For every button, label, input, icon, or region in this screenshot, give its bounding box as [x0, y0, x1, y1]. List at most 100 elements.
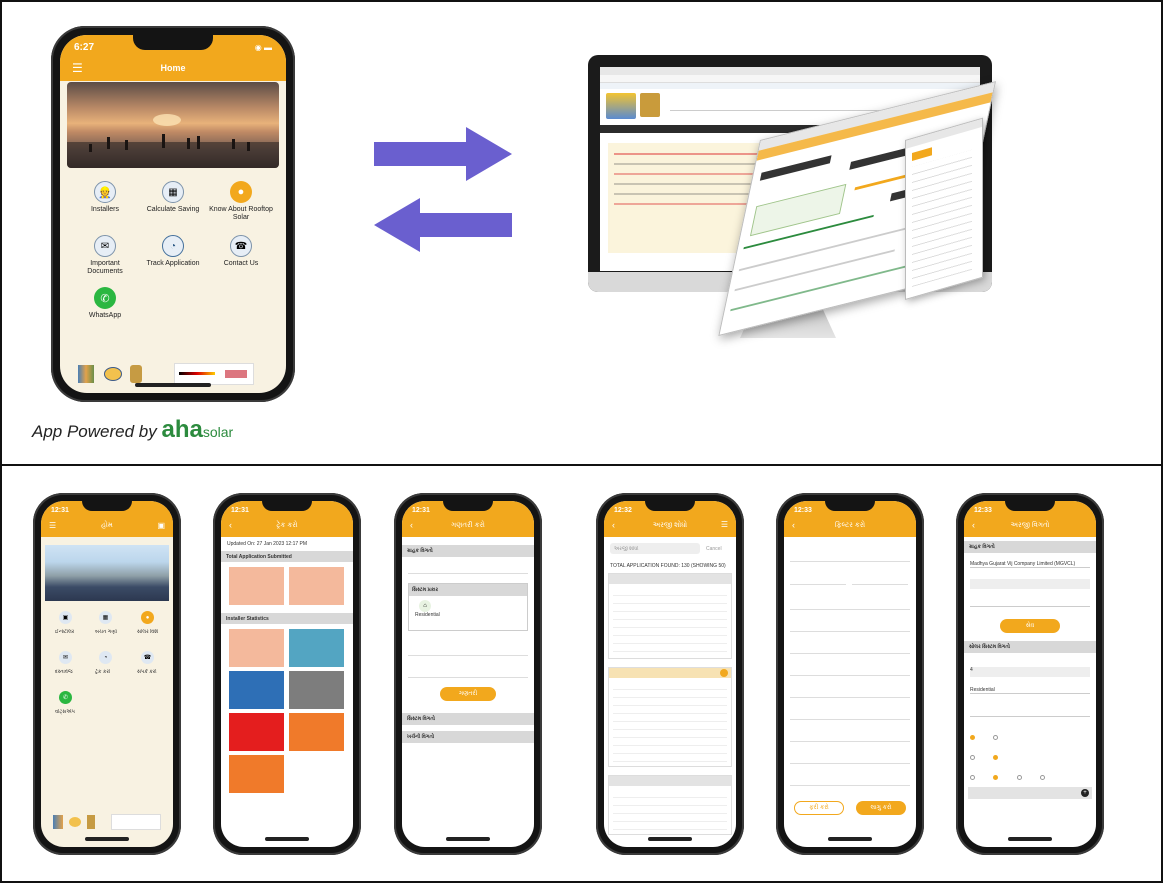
filter-dropdown[interactable] — [790, 663, 910, 676]
calculator-icon[interactable]: ▦ — [99, 611, 112, 624]
wifi-battery-icon: ◉ ▬ — [254, 43, 272, 52]
stat-tile-other[interactable] — [229, 755, 284, 793]
filter-dropdown[interactable] — [790, 685, 910, 698]
page-title: ગણતરી કરો — [451, 522, 485, 529]
stat-tile-total-capacity[interactable] — [289, 567, 344, 605]
text-field[interactable] — [970, 707, 1090, 717]
search-input[interactable]: અરજી શોધો — [610, 543, 700, 554]
system-type-card: સિસ્ટમ પ્રકાર ⌂ Residential — [408, 583, 528, 631]
stat-tile-total-applications[interactable] — [229, 567, 284, 605]
category-select[interactable]: Residential — [970, 687, 1090, 694]
language-icon[interactable]: ▣ — [157, 521, 165, 530]
radio-group[interactable] — [970, 727, 1030, 740]
powered-by-footer: App Powered by ahasolar — [32, 416, 234, 443]
arrow-right-icon — [374, 127, 512, 181]
stat-tile-pending[interactable] — [289, 629, 344, 667]
documents-icon: ✉ — [94, 235, 116, 257]
date-from-field[interactable] — [790, 573, 846, 585]
chart-icon[interactable]: ◔ — [99, 651, 112, 664]
filter-dropdown[interactable] — [790, 619, 910, 632]
filter-dropdown[interactable] — [790, 751, 910, 764]
calculate-button[interactable]: ગણતરી — [440, 687, 496, 701]
page-title: ટ્રેક કરો — [276, 522, 298, 529]
page-title: Home — [160, 63, 186, 73]
date-to-field[interactable] — [852, 573, 908, 585]
input-field[interactable] — [408, 643, 528, 656]
bulb-icon[interactable]: ● — [141, 611, 154, 624]
radio-option[interactable] — [970, 755, 975, 760]
menu-item-installers[interactable]: 👷 Installers — [74, 181, 136, 223]
phone-calculate: 12:31 ‹ ગણતરી કરો ગ્રાહક વિગતો સિસ્ટમ પ્… — [394, 493, 542, 855]
stat-tile-installed[interactable] — [289, 713, 344, 751]
name-field[interactable] — [970, 597, 1090, 607]
menu-item-track-application[interactable]: ◔ Track Application — [142, 235, 204, 277]
radio-option[interactable] — [1016, 775, 1022, 780]
brand-solar: solar — [202, 424, 234, 440]
filter-dropdown[interactable] — [790, 773, 910, 786]
save-button[interactable]: સેવ — [1000, 619, 1060, 633]
giz-logo — [174, 363, 254, 385]
page-title: ફિલ્ટર કરો — [834, 522, 866, 529]
phone-track: 12:31 ‹ ટ્રેક કરો Updated On: 27 Jan 202… — [213, 493, 361, 855]
stat-tile-cancelled[interactable] — [229, 713, 284, 751]
whatsapp-icon[interactable]: ✆ — [59, 691, 72, 704]
menu-item-contact-us[interactable]: ☎ Contact Us — [208, 235, 274, 277]
phone-filter: 12:33 ‹ ફિલ્ટર કરો ફરી કરો લાગુ કરો — [776, 493, 924, 855]
radio-option[interactable] — [970, 735, 975, 740]
phone-home: 12:31 ☰ હોમ ▣ ▣ ▦ ● ઈન્સ્ટોલર બચત ગણો સો… — [33, 493, 181, 855]
arrow-left-icon — [374, 198, 512, 252]
radio-option[interactable] — [993, 775, 999, 780]
apply-button[interactable]: લાગુ કરો — [856, 801, 906, 815]
filter-dropdown[interactable] — [790, 597, 910, 610]
radio-group[interactable] — [970, 747, 1030, 760]
filter-dropdown[interactable] — [790, 729, 910, 742]
radio-group[interactable] — [970, 767, 1080, 780]
filter-dropdown[interactable] — [790, 549, 910, 562]
menu-icon[interactable]: ☰ — [721, 520, 728, 529]
input-field[interactable] — [408, 665, 528, 678]
capacity-field[interactable]: 4 — [970, 667, 1090, 677]
radio-option[interactable] — [970, 775, 975, 780]
installer-icon[interactable]: ▣ — [59, 611, 72, 624]
application-card[interactable] — [608, 573, 732, 659]
add-icon[interactable]: + — [1081, 789, 1089, 797]
discom-select[interactable]: Madhya Gujarat Vij Company Limited (MGVC… — [970, 561, 1090, 568]
whatsapp-icon: ✆ — [94, 287, 116, 309]
application-card[interactable] — [608, 667, 732, 767]
cancel-button[interactable]: Cancel — [706, 546, 722, 552]
residential-icon[interactable]: ⌂ — [419, 600, 431, 612]
stat-tile-verification[interactable] — [289, 671, 344, 709]
solar-rooftop-image — [45, 545, 169, 601]
installer-icon: 👷 — [94, 181, 116, 203]
status-time: 6:27 — [74, 42, 95, 53]
stat-tile-registration[interactable] — [229, 671, 284, 709]
bulb-icon: ● — [230, 181, 252, 203]
input-field[interactable] — [408, 561, 528, 574]
stat-tile-approved[interactable] — [229, 629, 284, 667]
radio-option[interactable] — [993, 735, 999, 740]
menu-item-calculate-saving[interactable]: ▦ Calculate Saving — [142, 181, 204, 223]
brand-aha: aha — [161, 416, 203, 443]
logo-2 — [104, 367, 122, 381]
filter-dropdown[interactable] — [790, 707, 910, 720]
radio-option[interactable] — [993, 755, 999, 760]
filter-dropdown[interactable] — [790, 641, 910, 654]
radio-option[interactable] — [1040, 775, 1046, 780]
sunset-banner-image — [67, 82, 279, 168]
phone-application-details: 12:33 ‹ અરજી વિગતો ગ્રાહક વિગતો Madhya G… — [956, 493, 1104, 855]
emblem-logo — [130, 365, 142, 383]
upload-row[interactable]: + — [968, 787, 1092, 799]
main-phone: 6:27 ◉ ▬ ☰ Home 👷 Installers ▦ Calculate… — [51, 26, 295, 402]
application-card[interactable] — [608, 775, 732, 835]
contact-icon[interactable]: ☎ — [141, 651, 154, 664]
calculator-icon: ▦ — [162, 181, 184, 203]
documents-icon[interactable]: ✉ — [59, 651, 72, 664]
menu-item-important-documents[interactable]: ✉ Important Documents — [74, 235, 136, 287]
menu-item-whatsapp[interactable]: ✆ WhatsApp — [74, 287, 136, 329]
tablet-screenshot-back — [905, 117, 983, 301]
consumer-number-field[interactable] — [970, 579, 1090, 589]
clear-button[interactable]: ફરી કરો — [794, 801, 844, 815]
logo-1 — [78, 365, 94, 383]
menu-item-know-about-rooftop-solar[interactable]: ● Know About Rooftop Solar — [208, 181, 274, 233]
contact-icon: ☎ — [230, 235, 252, 257]
